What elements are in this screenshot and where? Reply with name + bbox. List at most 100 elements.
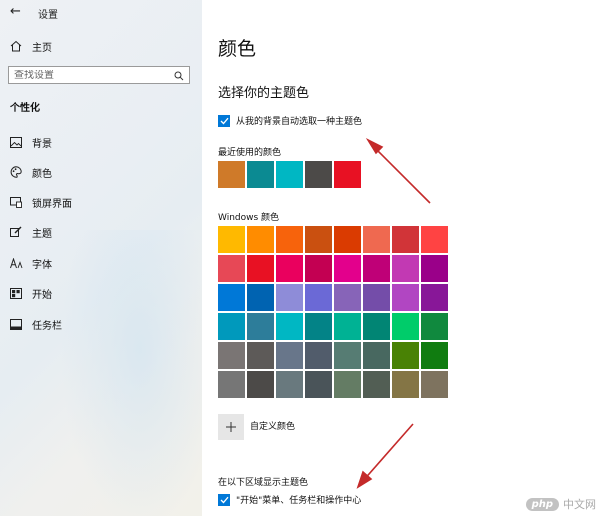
color-swatch[interactable] — [392, 284, 419, 311]
lock-screen-icon — [8, 196, 24, 208]
font-icon — [8, 257, 24, 269]
color-swatch[interactable] — [276, 284, 303, 311]
color-swatch[interactable] — [421, 371, 448, 398]
color-swatch[interactable] — [305, 226, 332, 253]
color-swatch[interactable] — [392, 342, 419, 369]
search-box[interactable] — [8, 66, 190, 84]
color-swatch[interactable] — [363, 255, 390, 282]
color-swatch[interactable] — [247, 371, 274, 398]
auto-pick-checkbox[interactable] — [218, 114, 230, 127]
color-swatch[interactable] — [334, 255, 361, 282]
color-swatch[interactable] — [363, 342, 390, 369]
watermark-logo: php — [525, 497, 559, 511]
color-swatch[interactable] — [276, 313, 303, 340]
recent-color-swatch[interactable] — [334, 161, 361, 188]
color-swatch[interactable] — [421, 342, 448, 369]
plus-icon — [225, 418, 237, 437]
color-swatch[interactable] — [305, 313, 332, 340]
color-swatch[interactable] — [334, 371, 361, 398]
search-icon[interactable] — [174, 66, 184, 85]
color-swatch[interactable] — [305, 342, 332, 369]
sidebar-item-start[interactable]: 开始 — [8, 284, 188, 302]
color-swatch[interactable] — [218, 226, 245, 253]
color-swatch[interactable] — [363, 284, 390, 311]
custom-color-button[interactable] — [218, 414, 244, 440]
sidebar-item-label: 颜色 — [32, 168, 52, 180]
sidebar-item-label: 任务栏 — [32, 320, 62, 332]
back-arrow-icon[interactable]: ← — [10, 4, 21, 19]
start-taskbar-label: "开始"菜单、任务栏和操作中心 — [236, 496, 362, 506]
sidebar-item-label: 开始 — [32, 289, 52, 301]
sidebar-item-themes[interactable]: 主题 — [8, 223, 188, 241]
sidebar-item-label: 锁屏界面 — [32, 198, 72, 210]
auto-pick-label: 从我的背景自动选取一种主题色 — [236, 117, 363, 127]
color-swatch[interactable] — [305, 255, 332, 282]
color-swatch[interactable] — [247, 313, 274, 340]
start-icon — [8, 287, 24, 299]
color-swatch[interactable] — [392, 371, 419, 398]
window-title: 设置 — [38, 10, 58, 21]
colors-page: 颜色 选择你的主题色 从我的背景自动选取一种主题色 最近使用的颜色 Window… — [202, 0, 600, 516]
color-swatch[interactable] — [363, 313, 390, 340]
color-swatch[interactable] — [247, 342, 274, 369]
recent-colors-heading: 最近使用的颜色 — [218, 148, 282, 158]
color-swatch[interactable] — [392, 313, 419, 340]
sidebar-item-colors[interactable]: 颜色 — [8, 163, 188, 181]
sidebar-item-home[interactable]: 主页 — [8, 36, 188, 56]
color-swatch[interactable] — [218, 255, 245, 282]
color-swatch[interactable] — [334, 313, 361, 340]
title-bar: ← 设置 — [0, 0, 202, 24]
checkmark-icon — [220, 117, 228, 124]
accent-color-heading: 选择你的主题色 — [218, 86, 310, 101]
recent-color-swatch[interactable] — [218, 161, 245, 188]
section-label-personalization: 个性化 — [10, 103, 40, 114]
sidebar-item-lock-screen[interactable]: 锁屏界面 — [8, 193, 188, 211]
search-input[interactable] — [14, 69, 164, 81]
color-swatch[interactable] — [421, 284, 448, 311]
recent-color-swatch[interactable] — [276, 161, 303, 188]
auto-pick-accent-option[interactable]: 从我的背景自动选取一种主题色 — [218, 114, 362, 127]
color-swatch[interactable] — [392, 226, 419, 253]
color-swatch[interactable] — [276, 226, 303, 253]
taskbar-icon — [8, 318, 24, 330]
color-swatch[interactable] — [363, 226, 390, 253]
home-icon — [8, 40, 24, 52]
color-swatch[interactable] — [363, 371, 390, 398]
color-swatch[interactable] — [305, 371, 332, 398]
windows-color-palette — [218, 226, 448, 398]
watermark: php 中文网 — [525, 496, 596, 512]
color-swatch[interactable] — [218, 284, 245, 311]
color-swatch[interactable] — [218, 371, 245, 398]
color-swatch[interactable] — [247, 226, 274, 253]
sidebar-item-taskbar[interactable]: 任务栏 — [8, 315, 188, 333]
color-swatch[interactable] — [247, 284, 274, 311]
color-swatch[interactable] — [421, 255, 448, 282]
sidebar-item-background[interactable]: 背景 — [8, 133, 188, 151]
custom-color-label[interactable]: 自定义颜色 — [250, 419, 295, 432]
settings-sidebar: ← 设置 主页 个性化 背景 颜色 锁屏界面 主 — [0, 0, 202, 516]
recent-colors-row — [218, 161, 363, 188]
color-swatch[interactable] — [421, 313, 448, 340]
recent-color-swatch[interactable] — [305, 161, 332, 188]
color-swatch[interactable] — [334, 226, 361, 253]
color-swatch[interactable] — [218, 342, 245, 369]
checkmark-icon — [220, 496, 228, 503]
start-taskbar-option[interactable]: "开始"菜单、任务栏和操作中心 — [218, 493, 361, 506]
color-swatch[interactable] — [247, 255, 274, 282]
color-swatch[interactable] — [276, 371, 303, 398]
color-swatch[interactable] — [305, 284, 332, 311]
sidebar-item-label: 主页 — [32, 42, 52, 54]
color-swatch[interactable] — [276, 342, 303, 369]
color-swatch[interactable] — [392, 255, 419, 282]
color-swatch[interactable] — [334, 284, 361, 311]
windows-colors-heading: Windows 颜色 — [218, 213, 280, 223]
sidebar-item-fonts[interactable]: 字体 — [8, 254, 188, 272]
color-swatch[interactable] — [334, 342, 361, 369]
color-swatch[interactable] — [421, 226, 448, 253]
page-title: 颜色 — [218, 38, 257, 60]
sidebar-item-label: 背景 — [32, 138, 52, 150]
color-swatch[interactable] — [218, 313, 245, 340]
color-swatch[interactable] — [276, 255, 303, 282]
start-taskbar-checkbox[interactable] — [218, 493, 230, 506]
recent-color-swatch[interactable] — [247, 161, 274, 188]
